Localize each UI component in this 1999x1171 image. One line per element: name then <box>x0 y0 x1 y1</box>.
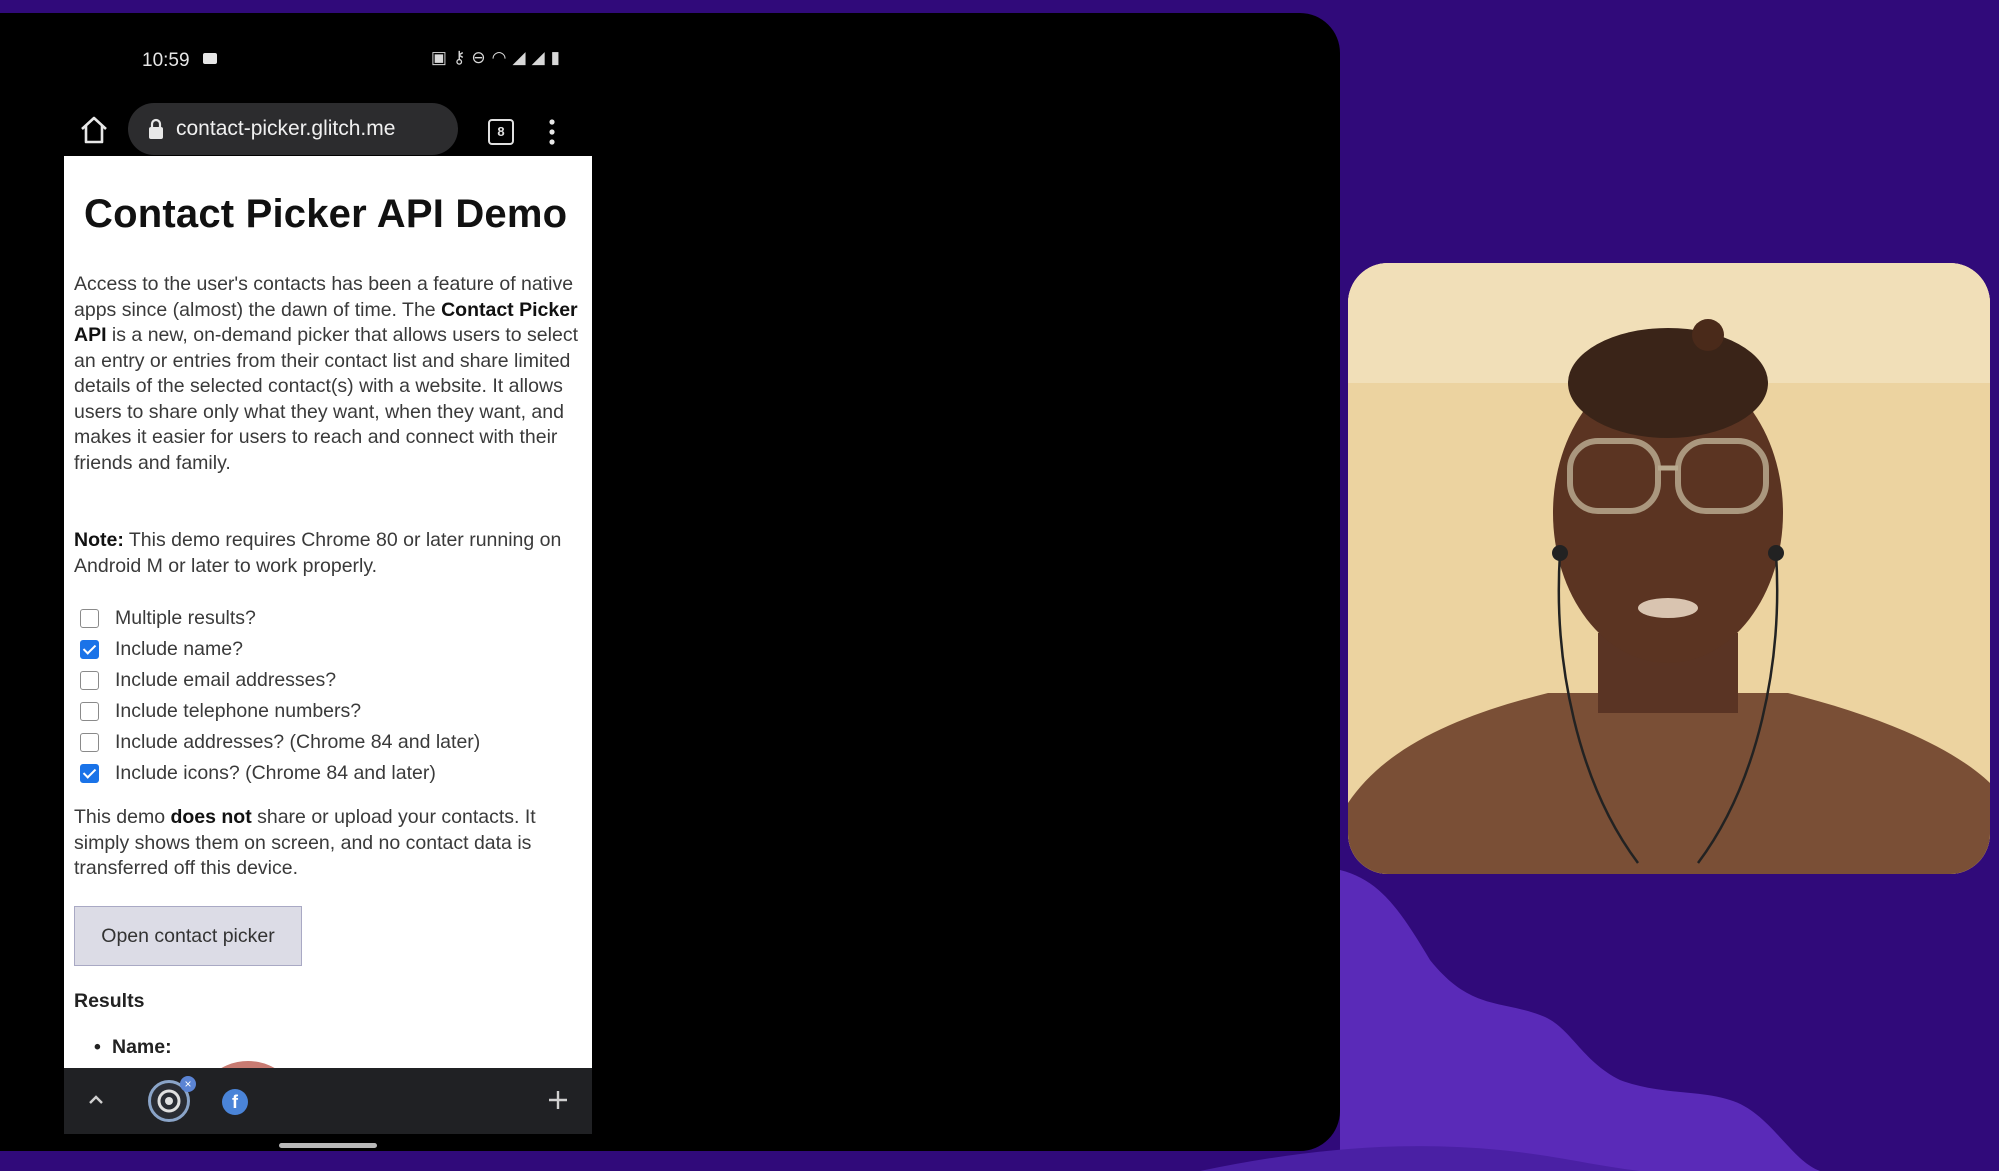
signal-icon: ◢ <box>512 48 526 67</box>
checkbox-checked[interactable] <box>80 764 99 783</box>
do-not-disturb-icon: ⊖ <box>471 48 486 67</box>
intro-paragraph: Access to the user's contacts has been a… <box>74 272 589 476</box>
speaker-video <box>1348 263 1990 874</box>
privacy-paragraph: This demo does not share or upload your … <box>74 805 592 882</box>
home-icon[interactable] <box>78 114 110 146</box>
checkbox[interactable] <box>80 733 99 752</box>
option-include-addresses[interactable]: Include addresses? (Chrome 84 and later) <box>80 727 480 758</box>
wifi-icon: ◠ <box>491 48 507 67</box>
signal-icon-2: ◢ <box>531 48 545 67</box>
status-icons: ▣ ⚷ ⊖ ◠ ◢ ◢ ▮ <box>431 48 560 68</box>
intro-text-2: is a new, on-demand picker that allows u… <box>74 324 579 474</box>
options-list: Multiple results? Include name? Include … <box>80 603 480 789</box>
web-page: Contact Picker API Demo Access to the us… <box>64 156 592 1068</box>
option-include-icons[interactable]: Include icons? (Chrome 84 and later) <box>80 758 480 789</box>
facebook-tab-icon[interactable]: f <box>222 1089 248 1115</box>
results-heading: Results <box>74 990 145 1012</box>
option-label: Include icons? (Chrome 84 and later) <box>115 762 436 784</box>
option-multiple-results[interactable]: Multiple results? <box>80 603 480 634</box>
url-bar[interactable]: contact-picker.glitch.me <box>128 103 458 155</box>
results-item-name: Name: <box>94 1036 171 1059</box>
option-label: Include telephone numbers? <box>115 700 362 722</box>
checkbox[interactable] <box>80 671 99 690</box>
key-icon: ⚷ <box>452 48 466 67</box>
option-label: Include email addresses? <box>115 669 337 691</box>
status-time: 10:59 <box>142 50 190 71</box>
screen-share-panel: 10:59 ▣ ⚷ ⊖ ◠ ◢ ◢ ▮ contact-picker.glitc… <box>0 13 1340 1151</box>
cast-icon: ▣ <box>430 48 447 67</box>
status-bar: 10:59 ▣ ⚷ ⊖ ◠ ◢ ◢ ▮ <box>64 31 592 91</box>
lock-icon <box>149 118 163 139</box>
more-menu-icon[interactable] <box>548 117 556 147</box>
phone-screen: 10:59 ▣ ⚷ ⊖ ◠ ◢ ◢ ▮ contact-picker.glitc… <box>64 13 592 1151</box>
note-paragraph: Note: This demo requires Chrome 80 or la… <box>74 528 589 579</box>
contact-avatar <box>194 1061 302 1068</box>
note-label: Note: <box>74 529 124 551</box>
privacy-bold: does not <box>170 806 252 828</box>
option-label: Include name? <box>115 638 243 660</box>
page-title: Contact Picker API Demo <box>84 192 568 236</box>
speaker-illustration <box>1348 263 1990 874</box>
open-contact-picker-button[interactable]: Open contact picker <box>74 906 302 966</box>
option-label: Multiple results? <box>115 607 256 629</box>
option-label: Include addresses? (Chrome 84 and later) <box>115 731 481 753</box>
tab-close-icon[interactable]: × <box>180 1076 196 1092</box>
plus-icon[interactable] <box>547 1089 569 1111</box>
chevron-up-icon[interactable] <box>86 1090 106 1110</box>
option-include-name[interactable]: Include name? <box>80 634 480 665</box>
privacy-text-1: This demo <box>74 806 171 828</box>
browser-bottom-bar: × f <box>64 1068 592 1134</box>
note-text: This demo requires Chrome 80 or later ru… <box>74 529 562 577</box>
option-include-email[interactable]: Include email addresses? <box>80 665 480 696</box>
url-text: contact-picker.glitch.me <box>176 117 396 140</box>
screen-record-icon <box>203 53 217 64</box>
tab-switcher-button[interactable]: 8 <box>488 119 514 145</box>
checkbox[interactable] <box>80 702 99 721</box>
option-include-telephone[interactable]: Include telephone numbers? <box>80 696 480 727</box>
checkbox[interactable] <box>80 609 99 628</box>
battery-icon: ▮ <box>550 48 560 67</box>
checkbox-checked[interactable] <box>80 640 99 659</box>
gesture-home-indicator <box>279 1143 377 1148</box>
